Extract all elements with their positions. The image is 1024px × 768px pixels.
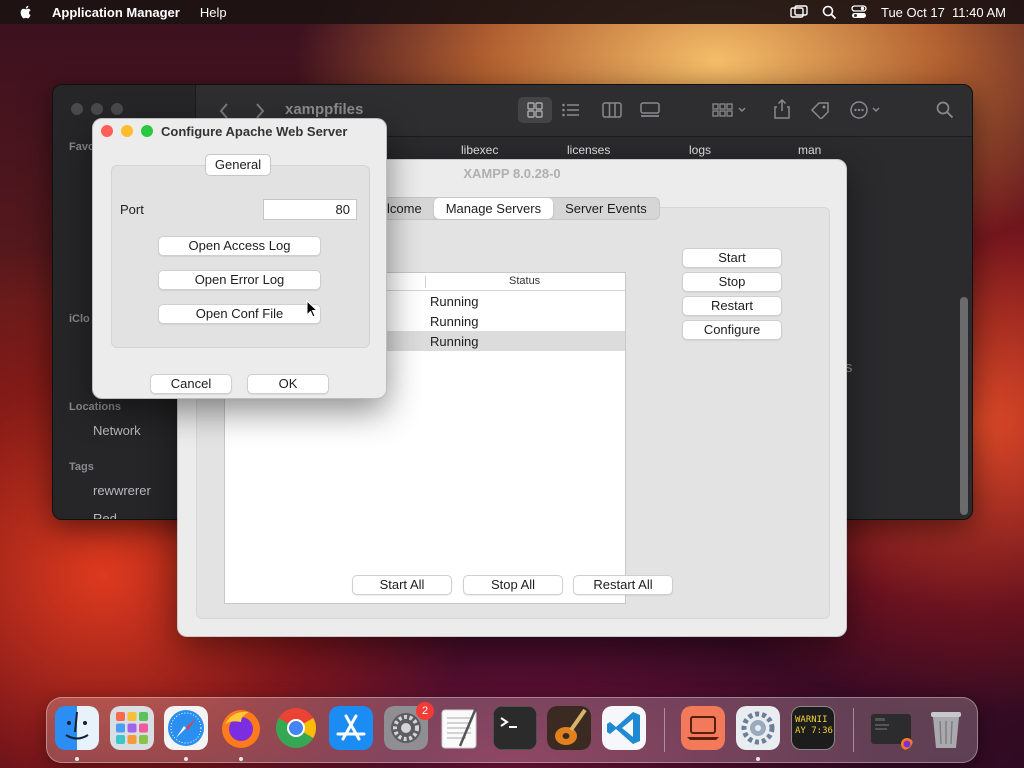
icon-view-icon[interactable] [518, 97, 552, 123]
port-label: Port [120, 202, 144, 217]
server-status: Running [430, 334, 479, 349]
sidebar-item-network[interactable]: Network [93, 423, 141, 438]
sidebar-section-tags: Tags [69, 461, 94, 473]
restart-all-button[interactable]: Restart All [573, 575, 673, 595]
start-all-button[interactable]: Start All [352, 575, 452, 595]
mouse-pointer-icon [306, 300, 318, 318]
server-status: Running [430, 294, 479, 309]
dialog-title: Configure Apache Web Server [161, 124, 348, 139]
list-view-icon[interactable] [562, 103, 580, 117]
running-indicator [239, 757, 243, 761]
close-button[interactable] [101, 125, 113, 137]
dialog-window-controls [101, 125, 153, 137]
terminal-icon[interactable] [493, 706, 537, 750]
tab-server-events[interactable]: Server Events [553, 198, 659, 219]
folder-item[interactable]: libexec [461, 143, 498, 157]
console-icon[interactable]: WARNII AY 7:36 [791, 706, 835, 750]
tag-icon[interactable] [810, 101, 830, 119]
sidebar-section-locations: Locations [69, 401, 121, 413]
vscode-icon[interactable] [602, 706, 646, 750]
close-button[interactable] [71, 103, 83, 115]
open-conf-file-button[interactable]: Open Conf File [158, 304, 321, 324]
running-indicator [184, 757, 188, 761]
sidebar-section-icloud: iClo [69, 313, 90, 325]
gallery-view-icon[interactable] [640, 102, 660, 118]
control-center-icon[interactable] [851, 5, 867, 19]
menu-bar: Application Manager Help Tue Oct 17 11:4… [0, 0, 1024, 24]
tab-manage-servers[interactable]: Manage Servers [433, 198, 554, 219]
cancel-button[interactable]: Cancel [150, 374, 232, 394]
apple-logo-icon[interactable] [18, 4, 34, 20]
finder-icon[interactable] [55, 706, 99, 750]
folder-item[interactable]: logs [689, 143, 711, 157]
menu-clock[interactable]: Tue Oct 17 11:40 AM [881, 5, 1006, 20]
chrome-icon[interactable] [274, 706, 318, 750]
dock-divider [853, 708, 854, 752]
configure-apache-dialog: Configure Apache Web Server General Port… [92, 118, 387, 399]
open-access-log-button[interactable]: Open Access Log [158, 236, 321, 256]
configure-button[interactable]: Configure [682, 320, 782, 340]
textedit-icon[interactable] [438, 706, 482, 750]
folder-item[interactable]: licenses [567, 143, 610, 157]
minimize-button[interactable] [121, 125, 133, 137]
finder-path-title: xamppfiles [285, 101, 364, 118]
spotlight-search-icon[interactable] [822, 5, 837, 20]
running-indicator [75, 757, 79, 761]
share-icon[interactable] [774, 99, 790, 119]
app-name-menu[interactable]: Application Manager [52, 5, 180, 20]
start-button[interactable]: Start [682, 248, 782, 268]
port-input[interactable]: 80 [263, 199, 357, 220]
running-indicator [756, 757, 760, 761]
launchpad-icon[interactable] [110, 706, 154, 750]
notification-badge: 2 [416, 702, 434, 720]
stop-all-button[interactable]: Stop All [463, 575, 563, 595]
restart-button[interactable]: Restart [682, 296, 782, 316]
garageband-icon[interactable] [547, 706, 591, 750]
stop-button[interactable]: Stop [682, 272, 782, 292]
app-store-icon[interactable] [329, 706, 373, 750]
zoom-button[interactable] [111, 103, 123, 115]
column-view-icon[interactable] [602, 102, 622, 118]
status-column-header[interactable]: Status [509, 275, 540, 287]
dock: 2 WARNII AY 7:36 [46, 697, 978, 763]
help-menu[interactable]: Help [200, 5, 227, 20]
screen-mirroring-icon[interactable] [790, 5, 808, 19]
search-icon[interactable] [936, 101, 954, 119]
system-preferences-icon[interactable] [736, 706, 780, 750]
ok-button[interactable]: OK [247, 374, 329, 394]
server-status: Running [430, 314, 479, 329]
open-error-log-button[interactable]: Open Error Log [158, 270, 321, 290]
dock-divider [664, 708, 665, 752]
folder-item[interactable]: man [798, 143, 821, 157]
sidebar-item-tag[interactable]: Red [93, 511, 117, 519]
minimized-window-icon[interactable] [869, 706, 913, 750]
more-actions-icon[interactable] [850, 101, 886, 119]
safari-icon[interactable] [164, 706, 208, 750]
macbook-icon[interactable] [681, 706, 725, 750]
finder-scrollbar[interactable] [960, 297, 968, 515]
xampp-tabs: lcome Manage Servers Server Events [364, 197, 660, 220]
column-separator [425, 276, 426, 288]
minimize-button[interactable] [91, 103, 103, 115]
trash-icon[interactable] [924, 706, 968, 750]
finder-window-controls [71, 103, 123, 115]
group-by-icon[interactable] [712, 102, 748, 118]
sidebar-item-tag[interactable]: rewwrerer [93, 483, 151, 498]
tab-general[interactable]: General [205, 154, 271, 176]
firefox-icon[interactable] [219, 706, 263, 750]
zoom-button[interactable] [141, 125, 153, 137]
sidebar-section-favorites: Favo [69, 141, 95, 153]
